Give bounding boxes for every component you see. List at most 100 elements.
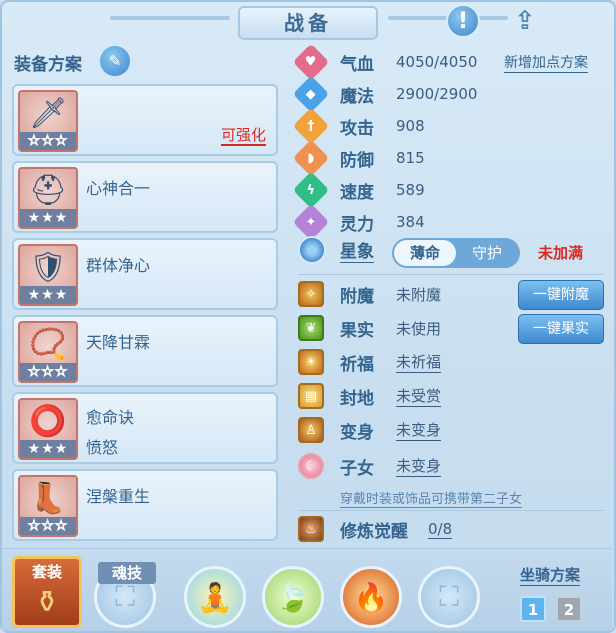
title-decoration-left [110,16,230,20]
attr-label: 防御 [340,150,374,171]
equip-card-helmet[interactable]: ⛑ ★★★ 心神合一 [12,161,278,233]
misc-value[interactable]: 未变身 [396,419,442,441]
mount-plan-title: 坐骑方案 [520,566,581,586]
equip-card-armor[interactable]: 🛡 ★★★ 群体净心 [12,238,278,310]
constellation-toggle[interactable]: 薄命 守护 [392,238,520,268]
heart-icon: ♥ [292,43,330,81]
attr-row-defense: ◗ 防御 815 [292,139,425,177]
attr-row-speed: ϟ 速度 589 [292,171,425,209]
attr-row-spirit: ✦ 灵力 384 [292,203,425,241]
transform-icon: ♙ [298,417,324,443]
cultivate-value[interactable]: 0/8 [428,520,453,539]
equip-effect-name: 愈命诀 [86,408,135,427]
page-title: 战备 [238,6,378,40]
misc-label: 封地 [340,388,374,409]
attr-label: 灵力 [340,214,374,235]
equip-card-weapon[interactable]: 🗡 ☆☆☆ 可强化 [12,84,278,156]
fire-icon: 🔥 [353,580,389,614]
constellation-label[interactable]: 星象 [340,237,374,263]
misc-value[interactable]: 未变身 [396,455,442,477]
skill-slot-empty[interactable]: ⛶ [418,566,480,628]
child-hint-text[interactable]: 穿戴时装或饰品可携带第二子女 [340,488,523,508]
constellation-status: 未加满 [538,244,584,262]
pot-icon: ⚱ [34,585,60,620]
edit-icon[interactable]: ✎ [100,46,130,76]
attr-label: 攻击 [340,118,374,139]
misc-label: 附魔 [340,286,374,307]
mana-icon: ◆ [292,75,330,113]
equip-effect-name: 天降甘霖 [86,333,151,352]
empty-slot-icon: ⛶ [439,580,459,613]
equip-effect-name-2: 愤怒 [86,438,119,457]
star-rating: ☆☆☆ [20,363,76,381]
helmet-icon: ⛑ ★★★ [18,167,78,229]
attr-value: 589 [396,181,425,199]
toggle-option-guard[interactable]: 守护 [456,240,518,266]
blessing-icon: ☀ [298,349,324,375]
misc-value: 未使用 [396,319,442,338]
suit-label: 套装 [31,563,62,581]
cultivate-row: ♨ 修炼觉醒 [298,516,430,542]
meditate-icon: 🧘 [197,580,233,614]
weapon-glyph: 🗡 [28,96,68,131]
enhance-link[interactable]: 可强化 [220,126,266,146]
divider [298,274,604,275]
misc-label: 果实 [340,320,374,341]
constellation-icon [298,236,326,264]
attr-label: 速度 [340,182,374,203]
one-click-enchant-button[interactable]: 一键附魔 [518,280,604,310]
add-point-plan-link[interactable]: 新增加点方案 [504,52,588,73]
necklace-icon: 📿 ☆☆☆ [18,321,78,383]
attr-label: 魔法 [340,86,374,107]
moon-icon: ☾ [298,453,324,479]
star-rating: ☆☆☆ [20,517,76,535]
leaf-icon: 🍃 [275,580,311,614]
equip-effect-name: 心神合一 [86,179,151,198]
lock-icon: ⛶ [115,580,135,613]
cultivate-icon: ♨ [298,516,324,542]
equip-card-belt[interactable]: ⭕ ★★★ 愈命诀 愤怒 [12,392,278,464]
fief-icon: ▤ [298,383,324,409]
armor-glyph: 🛡 [28,250,68,285]
suit-button[interactable]: 套装 ⚱ [12,556,82,628]
skill-slot-3[interactable]: 🔥 [340,566,402,628]
attack-icon: † [292,107,330,145]
constellation-row: 星象 [298,236,374,264]
skill-slot-2[interactable]: 🍃 [262,566,324,628]
attr-value: 4050/4050 [396,53,478,71]
equip-card-boots[interactable]: 👢 ☆☆☆ 涅槃重生 [12,469,278,541]
one-click-fruit-button[interactable]: 一键果实 [518,314,604,344]
enchant-icon: ✧ [298,281,324,307]
boots-glyph: 👢 [29,481,67,516]
attr-value: 2900/2900 [396,85,478,103]
speed-icon: ϟ [292,171,330,209]
misc-row-child: ☾ 子女 未变身 [298,452,442,480]
info-icon[interactable]: ! [446,4,480,38]
attr-row-attack: † 攻击 908 [292,107,425,145]
misc-label: 祈福 [340,354,374,375]
misc-label: 变身 [340,422,374,443]
equip-card-necklace[interactable]: 📿 ☆☆☆ 天降甘霖 [12,315,278,387]
toggle-option-fate[interactable]: 薄命 [394,240,456,266]
attr-row-mp: ◆ 魔法 2900/2900 [292,75,478,113]
helmet-glyph: ⛑ [28,173,68,208]
mount-plan-2-button[interactable]: 2 [556,596,582,622]
boots-icon: 👢 ☆☆☆ [18,475,78,537]
spirit-icon: ✦ [292,203,330,241]
share-icon[interactable]: ⇪ [505,4,545,38]
misc-value[interactable]: 未受赏 [396,385,442,407]
attr-row-hp: ♥ 气血 4050/4050 [292,43,478,81]
divider [298,510,604,511]
star-rating: ★★★ [20,286,76,304]
star-rating: ★★★ [20,440,76,458]
belt-icon: ⭕ ★★★ [18,398,78,460]
attr-value: 384 [396,213,425,231]
attr-label: 气血 [340,54,374,75]
mount-plan-1-button[interactable]: 1 [520,596,546,622]
soul-skill-tab[interactable]: 魂技 [98,562,156,584]
equip-effect-name: 群体净心 [86,256,151,275]
misc-value[interactable]: 未祈福 [396,351,442,373]
star-rating: ★★★ [20,209,76,227]
equip-effect-name: 涅槃重生 [86,487,151,506]
skill-slot-1[interactable]: 🧘 [184,566,246,628]
